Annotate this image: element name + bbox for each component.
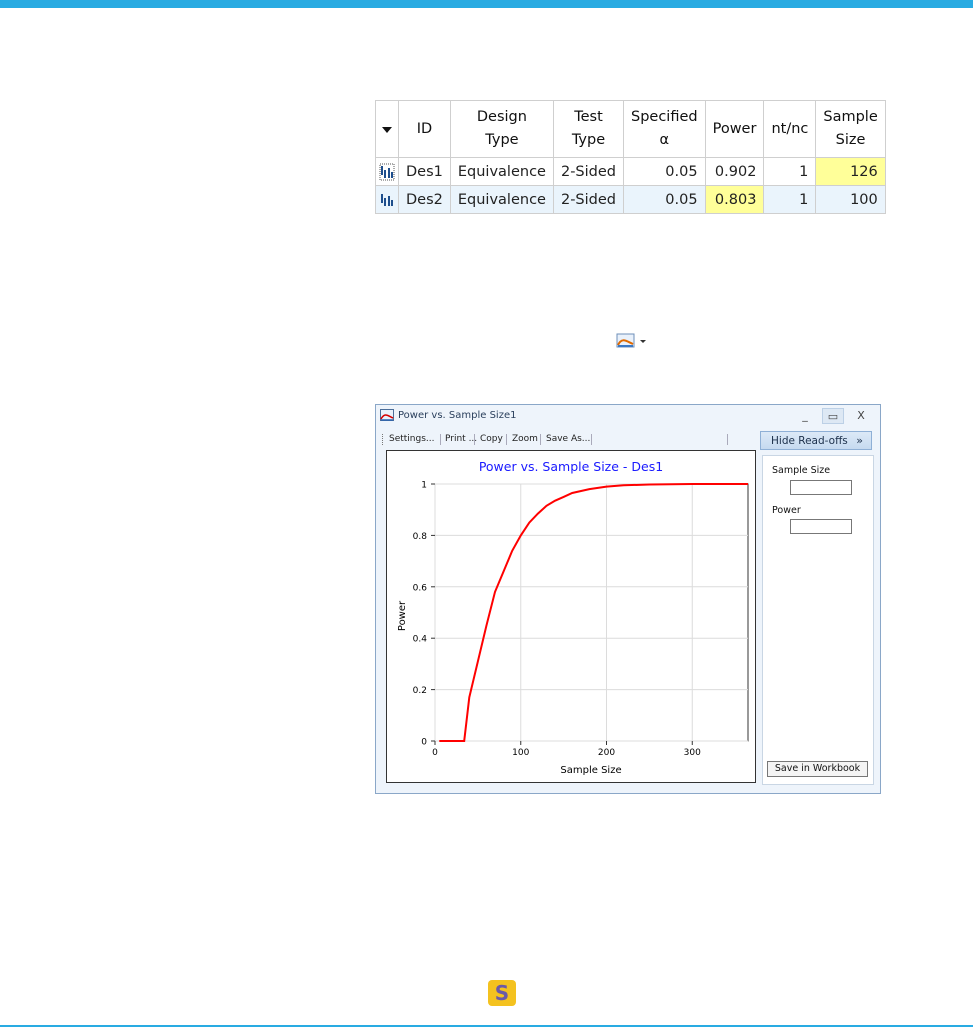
toolbar-separator: [440, 434, 441, 445]
power-label: Power: [772, 505, 801, 516]
bottom-accent-rule: [0, 1025, 973, 1027]
sample-size-label: Sample Size: [772, 465, 831, 476]
chart-toolbar: Settings... Print ... Copy Zoom Save As.…: [382, 432, 757, 448]
cell-id: Des2: [398, 185, 451, 214]
design-chart-icon: [379, 163, 395, 180]
minimize-button[interactable]: _: [794, 408, 816, 424]
cell-sample-size: 126: [815, 157, 886, 186]
plot-area: [434, 483, 749, 742]
chart-window-icon: [380, 409, 394, 421]
x-tick-label: 100: [512, 748, 529, 758]
col-header-power[interactable]: Power: [704, 100, 765, 158]
zoom-button[interactable]: Zoom: [512, 434, 538, 444]
s-badge-icon: S: [488, 980, 516, 1006]
chart-area: Power vs. Sample Size - Des1 0 0.2 0.4 0.6 0…: [386, 450, 756, 783]
cell-power: 0.902: [704, 157, 765, 186]
y-axis-label: Power: [397, 600, 408, 631]
cell-test-type: 2-Sided: [552, 185, 625, 214]
cell-ntnc: 1: [763, 157, 817, 186]
y-tick-label: 1: [421, 481, 427, 491]
toolbar-separator: [727, 434, 728, 445]
table-row[interactable]: Des2 Equivalence 2-Sided 0.05 0.803 1 10…: [375, 185, 886, 214]
settings-button[interactable]: Settings...: [389, 434, 435, 444]
row-selector[interactable]: [375, 185, 399, 214]
col-header-test-type[interactable]: Test Type: [552, 100, 625, 158]
chart-window[interactable]: Power vs. Sample Size1 _ ▭ X Settings...…: [375, 404, 881, 794]
toolbar-separator: [474, 434, 475, 445]
cell-alpha: 0.05: [623, 185, 706, 214]
plot-icon: [616, 333, 646, 348]
y-tick-label: 0.2: [413, 686, 427, 696]
power-field[interactable]: [790, 519, 852, 534]
col-header-design-type[interactable]: Design Type: [449, 100, 554, 158]
copy-button[interactable]: Copy: [480, 434, 503, 444]
cell-design-type: Equivalence: [449, 185, 554, 214]
s-badge-letter: S: [494, 981, 510, 1005]
toolbar-grip[interactable]: [382, 434, 385, 445]
toolbar-separator: [506, 434, 507, 445]
table-row[interactable]: Des1 Equivalence 2-Sided 0.05 0.902 1 12…: [375, 157, 886, 186]
toolbar-separator: [540, 434, 541, 445]
cell-power: 0.803: [704, 185, 765, 214]
window-title: Power vs. Sample Size1: [398, 410, 517, 421]
x-tick-label: 200: [598, 748, 615, 758]
y-tick-label: 0.6: [413, 583, 428, 593]
window-titlebar[interactable]: Power vs. Sample Size1 _ ▭ X: [376, 405, 880, 429]
save-as-button[interactable]: Save As...: [546, 434, 590, 444]
y-tick-label: 0.8: [413, 532, 428, 542]
maximize-button[interactable]: ▭: [822, 408, 844, 424]
x-tick-label: 0: [432, 748, 438, 758]
hide-readoffs-button[interactable]: Hide Read-offs »: [760, 431, 872, 450]
x-axis-label: Sample Size: [560, 765, 621, 776]
col-header-id[interactable]: ID: [398, 100, 451, 158]
column-menu-button[interactable]: [375, 100, 399, 158]
cell-id: Des1: [398, 157, 451, 186]
y-tick-label: 0.4: [413, 635, 428, 645]
design-chart-icon: [381, 193, 393, 206]
sample-size-field[interactable]: [790, 480, 852, 495]
toolbar-separator: [591, 434, 592, 445]
y-tick-label: 0: [421, 738, 427, 748]
readoffs-panel: Sample Size Power Save in Workbook: [762, 455, 874, 785]
chart-title: Power vs. Sample Size - Des1: [479, 459, 663, 474]
chevron-down-icon: [640, 340, 646, 343]
row-selector[interactable]: [375, 157, 399, 186]
hide-readoffs-label: Hide Read-offs: [771, 435, 848, 447]
print-button[interactable]: Print ...: [445, 434, 477, 444]
cell-test-type: 2-Sided: [552, 157, 625, 186]
designs-table: ID Design Type Test Type Specified α Pow…: [375, 100, 886, 214]
power-chart: Power vs. Sample Size - Des1 0 0.2 0.4 0.6 0…: [397, 459, 749, 776]
top-accent-bar: [0, 0, 973, 8]
cell-sample-size: 100: [815, 185, 886, 214]
cell-design-type: Equivalence: [449, 157, 554, 186]
close-button[interactable]: X: [850, 408, 872, 424]
col-header-ntnc[interactable]: nt/nc: [763, 100, 817, 158]
caret-down-icon: [382, 126, 392, 133]
save-in-workbook-button[interactable]: Save in Workbook: [767, 761, 868, 777]
col-header-alpha[interactable]: Specified α: [623, 100, 706, 158]
table-header-row: ID Design Type Test Type Specified α Pow…: [375, 100, 886, 158]
double-chevron-right-icon: »: [856, 434, 863, 447]
cell-ntnc: 1: [763, 185, 817, 214]
plots-dropdown-button[interactable]: [616, 333, 650, 349]
cell-alpha: 0.05: [623, 157, 706, 186]
x-tick-label: 300: [684, 748, 701, 758]
col-header-sample-size[interactable]: Sample Size: [815, 100, 886, 158]
